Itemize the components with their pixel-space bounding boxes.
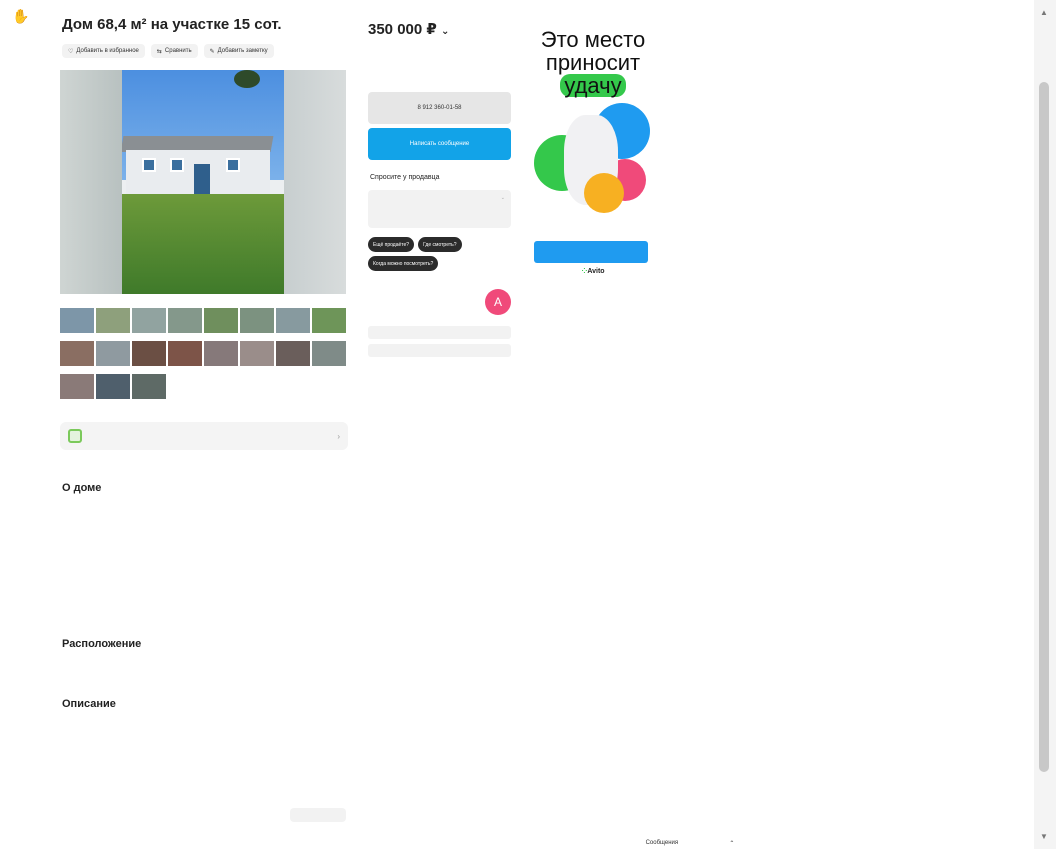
thumbnail[interactable] <box>132 341 166 366</box>
photo-gallery[interactable] <box>60 70 346 294</box>
chevron-up-icon[interactable]: ⌃ <box>729 840 734 847</box>
scroll-down-arrow-icon[interactable]: ▼ <box>1039 832 1049 842</box>
thumbnail[interactable] <box>60 308 94 333</box>
note-icon: ✎ <box>209 48 215 55</box>
chevron-right-icon: › <box>337 431 340 441</box>
lucky-cat-illustration <box>534 103 652 233</box>
quick-question-chip[interactable]: Когда можно посмотреть? <box>368 256 439 271</box>
hand-cursor-icon: ✋ <box>12 8 30 24</box>
ask-seller-heading: Спросите у продавца <box>370 174 440 181</box>
ad-banner[interactable]: Это место приносит удачу ⁘Avito <box>534 28 652 275</box>
about-heading: О доме <box>62 482 102 494</box>
thumbnail[interactable] <box>132 308 166 333</box>
heart-icon: ♡ <box>68 48 74 55</box>
ad-headline: Это место приносит удачу <box>534 28 652 97</box>
video-tour-row[interactable]: › <box>60 422 348 450</box>
quick-question-chip[interactable]: Ещё продаёте? <box>368 237 415 252</box>
thumbnail[interactable] <box>60 374 94 399</box>
avatar[interactable]: A <box>485 289 511 315</box>
page: ✋ Дом 68,4 м² на участке 15 сот. ♡ Добави… <box>0 0 1056 849</box>
gallery-prev-photo[interactable] <box>60 70 122 294</box>
photo-thumbnails <box>60 308 346 407</box>
thumbnail[interactable] <box>204 308 238 333</box>
compare-label: Сравнить <box>164 48 192 54</box>
chevron-down-icon: ⌄ <box>500 195 505 201</box>
footer-button[interactable] <box>290 808 346 822</box>
gallery-next-photo[interactable] <box>284 70 346 294</box>
price-value: 350 000 ₽ <box>368 21 437 38</box>
thumbnail[interactable] <box>132 374 166 399</box>
scroll-up-arrow-icon[interactable]: ▲ <box>1039 8 1049 18</box>
seller-button[interactable] <box>368 344 511 357</box>
location-heading: Расположение <box>62 638 142 650</box>
page-title: Дом 68,4 м² на участке 15 сот. <box>62 16 282 33</box>
thumbnail[interactable] <box>204 341 238 366</box>
compare-icon: ⇆ <box>156 48 162 55</box>
thumbnail[interactable] <box>96 341 130 366</box>
quick-question-chip[interactable]: Где смотреть? <box>418 237 462 252</box>
thumbnail[interactable] <box>240 341 274 366</box>
main-photo[interactable] <box>122 70 284 294</box>
price: 350 000 ₽ ⌄ <box>368 20 449 38</box>
ad-line-1: Это место <box>540 27 646 52</box>
thumbnail[interactable] <box>60 341 94 366</box>
scrollbar[interactable]: ▲ ▼ <box>1034 0 1056 849</box>
messages-bar[interactable]: Сообщения ⌃ <box>620 836 760 849</box>
ad-highlight: удачу <box>560 74 626 97</box>
thumbnail[interactable] <box>276 341 310 366</box>
quick-questions: Ещё продаёте? Где смотреть? Когда можно … <box>368 237 513 271</box>
seller-button[interactable] <box>368 326 511 339</box>
add-note-button[interactable]: ✎ Добавить заметку <box>203 44 274 58</box>
thumbnail[interactable] <box>168 308 202 333</box>
chevron-down-icon[interactable]: ⌄ <box>441 26 449 37</box>
avito-logo: ⁘Avito <box>581 268 605 276</box>
messages-label: Сообщения <box>645 840 679 846</box>
thumbnail[interactable] <box>240 308 274 333</box>
avito-logo-text: Avito <box>587 268 605 276</box>
show-phone-button[interactable]: 8 912 360-01-58 <box>368 92 511 124</box>
thumbnail[interactable] <box>276 308 310 333</box>
ask-seller-input[interactable]: ⌄ <box>368 190 511 228</box>
write-message-button[interactable]: Написать сообщение <box>368 128 511 160</box>
thumbnail[interactable] <box>168 341 202 366</box>
video-icon <box>68 429 82 443</box>
thumbnail[interactable] <box>312 341 346 366</box>
add-favorite-button[interactable]: ♡ Добавить в избранное <box>62 44 145 58</box>
listing-actions: ♡ Добавить в избранное ⇆ Сравнить ✎ Добавит… <box>62 44 274 58</box>
description-heading: Описание <box>62 698 116 710</box>
ad-line-2: приносит <box>545 50 641 76</box>
thumbnail[interactable] <box>312 308 346 333</box>
add-note-label: Добавить заметку <box>217 48 268 54</box>
scrollbar-thumb[interactable] <box>1039 82 1049 772</box>
ad-cta-button[interactable] <box>534 241 648 264</box>
add-favorite-label: Добавить в избранное <box>76 48 139 54</box>
thumbnail[interactable] <box>96 374 130 399</box>
thumbnail[interactable] <box>96 308 130 333</box>
compare-button[interactable]: ⇆ Сравнить <box>150 44 198 58</box>
